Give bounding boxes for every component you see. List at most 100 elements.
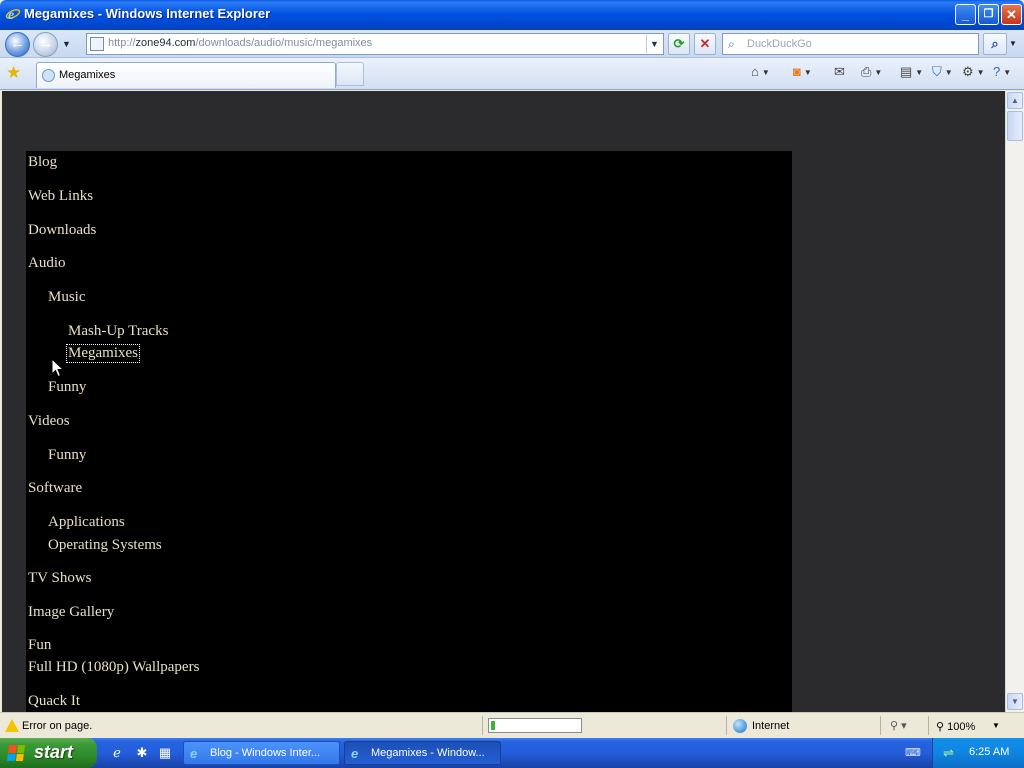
system-tray: ⇌ 6:25 AM: [932, 738, 1024, 768]
print-button[interactable]: ⎙ ▼: [861, 64, 882, 82]
nav-link-image-gallery[interactable]: Image Gallery: [28, 604, 114, 621]
tab-megamixes[interactable]: Megamixes: [36, 62, 336, 88]
chevron-down-icon[interactable]: ▼: [804, 68, 812, 77]
ie-logo-icon: e: [5, 8, 21, 22]
rss-icon: ◙: [793, 64, 801, 79]
protected-mode-icon[interactable]: ⚲ ▾: [890, 719, 907, 732]
new-tab-button[interactable]: [336, 62, 364, 86]
globe-icon: [733, 719, 747, 733]
search-options-icon[interactable]: ▼: [1009, 39, 1017, 48]
svg-text:e: e: [8, 8, 14, 22]
stop-button[interactable]: ✕: [694, 33, 716, 55]
keyboard-icon[interactable]: ⌨: [905, 746, 921, 759]
quicklaunch-media-icon[interactable]: ✱: [134, 745, 150, 761]
divider: [880, 716, 881, 735]
address-text[interactable]: http://zone94.com/downloads/audio/music/…: [108, 37, 372, 49]
minimize-button[interactable]: _: [955, 4, 976, 25]
address-bar[interactable]: http://zone94.com/downloads/audio/music/…: [86, 33, 664, 55]
restore-button[interactable]: ❐: [978, 4, 999, 25]
nav-link-audio-funny[interactable]: Funny: [48, 379, 86, 396]
nav-link-music[interactable]: Music: [48, 289, 86, 306]
ie-icon: e: [351, 746, 359, 761]
nav-link-quack-it[interactable]: Quack It: [28, 693, 80, 710]
warning-icon[interactable]: [5, 719, 19, 732]
mouse-cursor-icon: [51, 358, 64, 378]
close-button[interactable]: ✕: [1001, 4, 1022, 25]
feeds-button[interactable]: ◙ ▼: [793, 64, 812, 82]
page-content: Blog Web Links Downloads Audio Music Mas…: [2, 91, 1005, 712]
tab-label: Megamixes: [59, 69, 116, 81]
quicklaunch-desktop-icon[interactable]: ▦: [157, 745, 173, 761]
windows-logo-icon: [6, 745, 26, 761]
progress-bar: [488, 718, 582, 733]
home-button[interactable]: ⌂ ▼: [751, 64, 770, 82]
scroll-down-icon[interactable]: ▼: [1007, 693, 1023, 710]
divider: [482, 716, 483, 735]
nav-link-audio[interactable]: Audio: [28, 255, 66, 272]
mail-icon: ✉: [834, 64, 845, 79]
nav-link-blog[interactable]: Blog: [28, 154, 57, 171]
zoom-level[interactable]: ⚲ 100%: [936, 720, 975, 733]
history-dropdown-icon[interactable]: ▼: [62, 39, 71, 49]
address-toolbar: ← → ▼ http://zone94.com/downloads/audio/…: [0, 30, 1024, 58]
chevron-down-icon[interactable]: ▼: [1003, 68, 1011, 77]
search-icon: ⌕: [728, 37, 735, 51]
nav-link-megamixes[interactable]: Megamixes: [66, 344, 140, 363]
scroll-thumb[interactable]: [1007, 111, 1023, 141]
nav-link-operating-systems[interactable]: Operating Systems: [48, 537, 162, 554]
network-icon[interactable]: ⇌: [943, 745, 954, 761]
search-box[interactable]: ⌕ DuckDuckGo: [722, 33, 979, 55]
divider: [928, 716, 929, 735]
quicklaunch-ie-icon[interactable]: ℯ: [109, 745, 125, 761]
clock[interactable]: 6:25 AM: [969, 746, 1009, 758]
tools-button[interactable]: ⚙ ▼: [962, 64, 985, 82]
scroll-up-icon[interactable]: ▲: [1007, 92, 1023, 109]
printer-icon: ⎙: [861, 64, 872, 79]
nav-link-mash-up-tracks[interactable]: Mash-Up Tracks: [68, 323, 168, 340]
nav-link-fun[interactable]: Fun: [28, 637, 51, 654]
zoom-dropdown-icon[interactable]: ▼: [992, 721, 1000, 730]
nav-panel: [26, 151, 792, 712]
start-button[interactable]: start: [0, 738, 97, 768]
chevron-down-icon[interactable]: ▼: [945, 68, 953, 77]
status-message[interactable]: Error on page.: [22, 720, 92, 732]
chevron-down-icon[interactable]: ▼: [977, 68, 985, 77]
help-icon: ?: [993, 64, 1001, 79]
shield-icon: ⛉: [932, 64, 942, 79]
chevron-down-icon[interactable]: ▼: [762, 68, 770, 77]
title-bar[interactable]: e Megamixes - Windows Internet Explorer …: [0, 0, 1024, 30]
search-input[interactable]: DuckDuckGo: [747, 38, 812, 50]
page-menu-icon: ▤: [900, 64, 913, 79]
nav-link-applications[interactable]: Applications: [48, 514, 125, 531]
taskbar-item-label: Blog - Windows Inter...: [210, 747, 321, 759]
refresh-button[interactable]: ⟳: [668, 33, 690, 55]
start-label: start: [34, 742, 74, 762]
safety-button[interactable]: ⛉ ▼: [932, 64, 953, 82]
page-menu-button[interactable]: ▤ ▼: [900, 64, 923, 82]
chevron-down-icon[interactable]: ▼: [915, 68, 923, 77]
nav-link-wallpapers[interactable]: Full HD (1080p) Wallpapers: [28, 659, 199, 676]
taskbar-item-label: Megamixes - Window...: [371, 747, 485, 759]
status-bar: Error on page. Internet ⚲ ▾ ⚲ 100% ▼: [0, 712, 1024, 738]
search-button[interactable]: ⌕: [983, 33, 1007, 55]
nav-link-software[interactable]: Software: [28, 480, 82, 497]
nav-link-web-links[interactable]: Web Links: [28, 188, 93, 205]
divider: [726, 716, 727, 735]
tab-page-icon: [42, 69, 55, 82]
taskbar-item-megamixes[interactable]: e Megamixes - Window...: [344, 741, 501, 765]
nav-link-downloads[interactable]: Downloads: [28, 222, 96, 239]
chevron-down-icon[interactable]: ▼: [874, 68, 882, 77]
nav-link-videos-funny[interactable]: Funny: [48, 447, 86, 464]
vertical-scrollbar[interactable]: ▲ ▼: [1005, 91, 1024, 712]
zoom-icon: ⚲: [936, 721, 948, 733]
nav-link-tv-shows[interactable]: TV Shows: [28, 570, 92, 587]
forward-button[interactable]: →: [33, 32, 58, 57]
taskbar-item-blog[interactable]: e Blog - Windows Inter...: [183, 741, 340, 765]
nav-link-videos[interactable]: Videos: [28, 413, 70, 430]
favorites-star-icon[interactable]: ★: [6, 63, 21, 83]
gear-icon: ⚙: [962, 64, 974, 79]
back-button[interactable]: ←: [5, 32, 30, 57]
address-dropdown-icon[interactable]: ▼: [646, 35, 662, 53]
read-mail-button[interactable]: ✉: [834, 64, 845, 82]
help-button[interactable]: ? ▼: [993, 64, 1011, 82]
